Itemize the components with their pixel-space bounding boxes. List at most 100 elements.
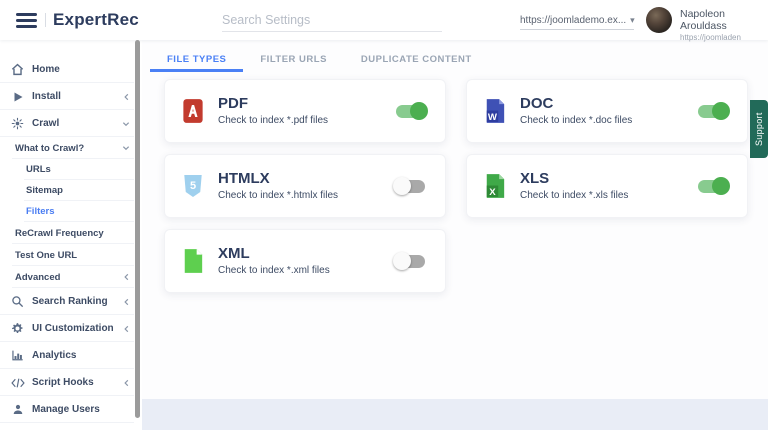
card-text: XML Check to index *.xml files <box>218 246 330 277</box>
sidebar-item-manage-users[interactable]: Manage Users <box>0 396 142 423</box>
card-subtitle: Check to index *.doc files <box>520 115 632 126</box>
logo-separator <box>45 13 46 27</box>
card-doc: W DOC Check to index *.doc files <box>466 79 748 143</box>
sidebar-item-install[interactable]: Install <box>0 83 142 110</box>
sidebar-item-filters[interactable]: Filters <box>0 201 142 222</box>
user-menu[interactable]: Napoleon Arouldass https://joomladen <box>680 8 768 42</box>
home-icon <box>10 63 25 77</box>
card-htmlx: 5 HTMLX Check to index *.htmlx files <box>164 154 446 218</box>
user-url: https://joomladen <box>680 33 768 42</box>
sidebar-item-crawl[interactable]: Crawl <box>0 110 142 137</box>
sidebar-item-label: Analytics <box>32 350 76 361</box>
xml-toggle[interactable] <box>396 255 425 268</box>
card-xls: X XLS Check to index *.xls files <box>466 154 748 218</box>
sidebar-item-label: Manage Users <box>32 404 100 415</box>
sidebar-item-what-to-crawl[interactable]: What to Crawl? <box>0 137 142 159</box>
sidebar-item-advanced[interactable]: Advanced <box>0 266 142 288</box>
sidebar-item-label: What to Crawl? <box>15 143 84 154</box>
cards-grid: PDF Check to index *.pdf files W DOC Check t… <box>142 72 768 293</box>
sidebar-item-label: Crawl <box>32 118 59 129</box>
chevron-left-icon <box>123 379 130 387</box>
sidebar-item-label: Home <box>32 64 60 75</box>
search-icon <box>10 295 25 309</box>
htmlx-toggle[interactable] <box>396 180 425 193</box>
sidebar-item-more[interactable] <box>0 423 142 430</box>
site-selector-dropdown[interactable]: https://joomlademo.ex... ▾ <box>520 12 634 30</box>
card-text: XLS Check to index *.xls files <box>520 171 628 202</box>
card-text: PDF Check to index *.pdf files <box>218 96 328 127</box>
sidebar-item-label: Filters <box>26 206 55 217</box>
sidebar-item-analytics[interactable]: Analytics <box>0 342 142 369</box>
play-icon <box>10 90 25 104</box>
code-icon <box>10 376 25 390</box>
htmlx-file-icon: 5 <box>182 173 204 199</box>
card-title: DOC <box>520 96 632 113</box>
sidebar-item-label: Test One URL <box>15 250 77 261</box>
site-selector-value: https://joomlademo.ex... <box>520 15 626 26</box>
app-logo: ExpertRec <box>53 10 139 30</box>
gear-icon <box>10 322 25 336</box>
svg-text:X: X <box>489 187 496 198</box>
search-input[interactable] <box>222 8 442 32</box>
sidebar-item-label: Search Ranking <box>32 296 108 307</box>
sidebar-item-search-ranking[interactable]: Search Ranking <box>0 288 142 315</box>
caret-down-icon: ▾ <box>630 15 635 26</box>
card-subtitle: Check to index *.pdf files <box>218 115 328 126</box>
card-title: XLS <box>520 171 628 188</box>
main-content: FILE TYPESFILTER URLSDUPLICATE CONTENT P… <box>142 40 768 430</box>
svg-text:5: 5 <box>190 180 196 192</box>
chevron-left-icon <box>123 273 130 281</box>
card-subtitle: Check to index *.xls files <box>520 190 628 201</box>
doc-file-icon: W <box>484 98 506 124</box>
sidebar-scrollbar[interactable] <box>135 40 140 418</box>
card-subtitle: Check to index *.xml files <box>218 265 330 276</box>
tab-bar: FILE TYPESFILTER URLSDUPLICATE CONTENT <box>142 40 768 72</box>
doc-toggle[interactable] <box>698 105 727 118</box>
tab-file-types[interactable]: FILE TYPES <box>150 50 243 72</box>
chart-icon <box>10 349 25 363</box>
sidebar-item-label: Sitemap <box>26 185 63 196</box>
sidebar-item-home[interactable]: Home <box>0 56 142 83</box>
card-pdf: PDF Check to index *.pdf files <box>164 79 446 143</box>
user-name: Napoleon Arouldass <box>680 8 768 32</box>
chevron-left-icon <box>123 93 130 101</box>
sidebar-item-label: UI Customization <box>32 323 114 334</box>
xls-toggle[interactable] <box>698 180 727 193</box>
chevron-down-icon <box>122 120 130 127</box>
sidebar-item-label: URLs <box>26 164 51 175</box>
sidebar-item-label: Install <box>32 91 61 102</box>
avatar[interactable] <box>646 7 672 33</box>
card-title: HTMLX <box>218 171 338 188</box>
chevron-left-icon <box>123 325 130 333</box>
top-header: ExpertRec https://joomlademo.ex... ▾ Nap… <box>0 0 768 40</box>
footer-band <box>142 399 768 430</box>
sidebar-item-urls[interactable]: URLs <box>0 159 142 180</box>
support-tab[interactable]: Support <box>750 100 768 158</box>
pdf-toggle[interactable] <box>396 105 425 118</box>
sidebar-item-label: Script Hooks <box>32 377 94 388</box>
app-window: ExpertRec https://joomlademo.ex... ▾ Nap… <box>0 0 768 430</box>
card-subtitle: Check to index *.htmlx files <box>218 190 338 201</box>
pdf-file-icon <box>182 98 204 124</box>
menu-icon[interactable] <box>16 13 37 28</box>
sidebar-item-label: Advanced <box>15 272 60 283</box>
user-icon <box>10 403 25 417</box>
card-text: DOC Check to index *.doc files <box>520 96 632 127</box>
svg-text:W: W <box>488 112 498 123</box>
sidebar-item-ui-customization[interactable]: UI Customization <box>0 315 142 342</box>
sidebar-item-test-one-url[interactable]: Test One URL <box>0 244 142 266</box>
chevron-left-icon <box>123 298 130 306</box>
tab-filter-urls[interactable]: FILTER URLS <box>243 50 344 72</box>
sidebar-nav: Home Install Crawl What to Crawl? URLs Sitema… <box>0 40 142 430</box>
sidebar-item-sitemap[interactable]: Sitemap <box>0 180 142 201</box>
card-text: HTMLX Check to index *.htmlx files <box>218 171 338 202</box>
sidebar-item-recrawl-frequency[interactable]: ReCrawl Frequency <box>0 222 142 244</box>
sidebar-item-script-hooks[interactable]: Script Hooks <box>0 369 142 396</box>
card-title: XML <box>218 246 330 263</box>
tab-duplicate-content[interactable]: DUPLICATE CONTENT <box>344 50 489 72</box>
spider-icon <box>10 117 25 131</box>
xls-file-icon: X <box>484 173 506 199</box>
card-xml: XML Check to index *.xml files <box>164 229 446 293</box>
xml-file-icon <box>182 248 204 274</box>
card-title: PDF <box>218 96 328 113</box>
